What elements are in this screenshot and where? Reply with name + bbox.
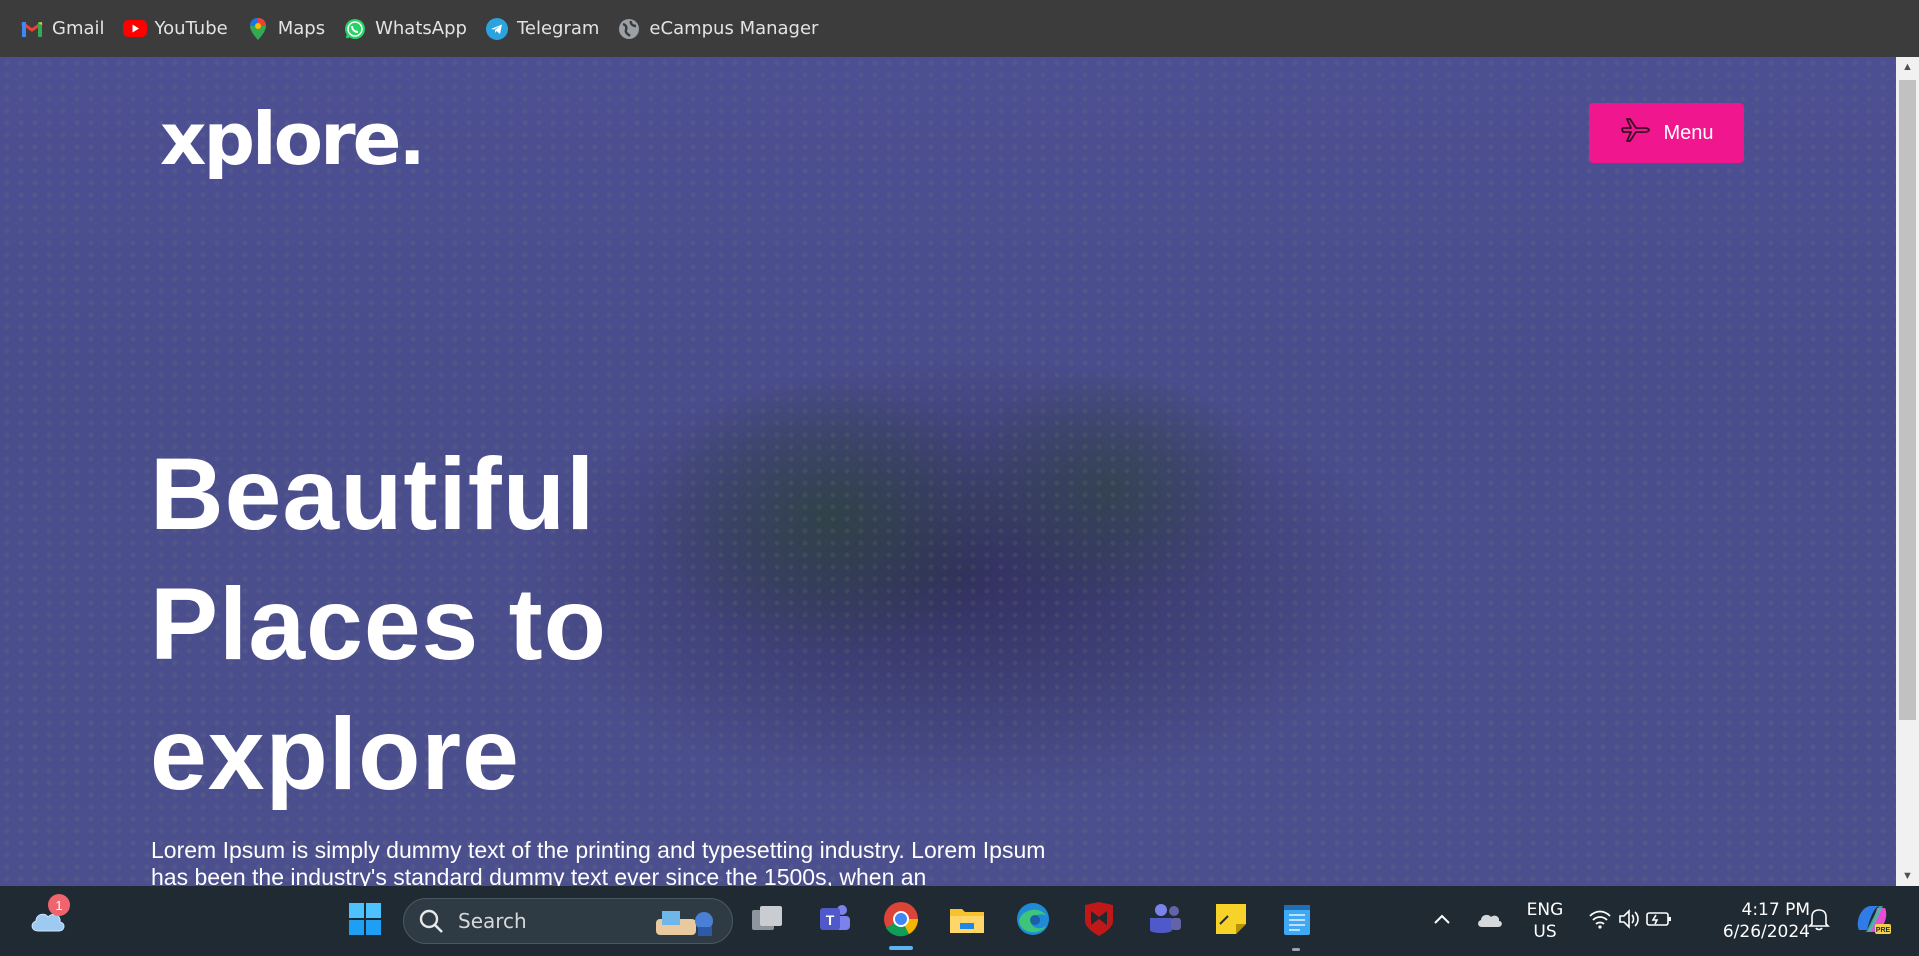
taskbar-search-box[interactable]: Search	[403, 898, 733, 944]
bookmark-label: Maps	[277, 18, 326, 39]
search-icon	[418, 908, 444, 934]
bookmark-label: Telegram	[516, 18, 600, 39]
windows-logo-icon	[348, 902, 382, 941]
quick-settings-button[interactable]	[1580, 899, 1680, 943]
bookmark-gmail[interactable]: Gmail	[16, 11, 117, 47]
bookmark-ecampus[interactable]: eCampus Manager	[613, 11, 830, 47]
onedrive-cloud-icon	[1476, 910, 1504, 933]
chrome-taskbar-button[interactable]	[879, 899, 923, 943]
scrollbar-thumb[interactable]	[1899, 80, 1916, 720]
mcafee-shield-icon	[1082, 901, 1116, 942]
wifi-icon	[1588, 909, 1612, 934]
bookmark-whatsapp[interactable]: WhatsApp	[339, 11, 479, 47]
vertical-scrollbar[interactable]: ▲ ▼	[1896, 57, 1919, 886]
clock-time: 4:17 PM	[1741, 900, 1811, 920]
site-logo[interactable]: xplore.	[160, 97, 426, 181]
chevron-up-icon	[1433, 912, 1451, 930]
hero-description: Lorem Ipsum is simply dummy text of the …	[151, 837, 1046, 886]
battery-icon	[1646, 910, 1672, 933]
edge-taskbar-button[interactable]	[1011, 899, 1055, 943]
bookmark-label: YouTube	[154, 18, 228, 39]
language-indicator[interactable]: ENG US	[1520, 899, 1570, 943]
copilot-button[interactable]: PRE	[1850, 899, 1894, 943]
edge-icon	[1015, 901, 1051, 942]
start-button[interactable]	[343, 899, 387, 943]
notifications-button[interactable]	[1797, 899, 1841, 943]
bookmark-maps[interactable]: Maps	[242, 11, 337, 47]
copilot-badge-text: PRE	[1876, 927, 1891, 934]
scroll-down-arrow-icon[interactable]: ▼	[1896, 866, 1919, 886]
sticky-note-icon	[1214, 902, 1248, 941]
airplane-icon	[1619, 113, 1653, 153]
chrome-icon	[883, 901, 919, 942]
teams-icon: T	[816, 902, 852, 941]
folder-icon	[948, 903, 986, 940]
gmail-icon	[20, 17, 44, 41]
mcafee-taskbar-button[interactable]	[1077, 899, 1121, 943]
bookmarks-bar: Gmail YouTube Maps WhatsApp Telegram eCa…	[0, 0, 1919, 57]
menu-label: Menu	[1663, 121, 1714, 144]
teams-taskbar-button[interactable]: T	[812, 899, 856, 943]
clock[interactable]: 4:17 PM 6/26/2024	[1700, 899, 1810, 943]
whatsapp-icon	[343, 17, 367, 41]
chrome-active-indicator	[889, 946, 913, 950]
teams-work-icon	[1147, 902, 1183, 941]
copilot-icon: PRE	[1853, 902, 1891, 941]
task-view-button[interactable]	[746, 899, 790, 943]
menu-button[interactable]: Menu	[1589, 103, 1744, 163]
sticky-notes-taskbar-button[interactable]	[1209, 899, 1253, 943]
telegram-icon	[485, 17, 509, 41]
bookmark-youtube[interactable]: YouTube	[119, 11, 240, 47]
youtube-icon	[122, 17, 147, 41]
search-placeholder: Search	[458, 909, 527, 933]
show-hidden-icons-button[interactable]	[1420, 899, 1464, 943]
globe-icon	[617, 17, 641, 41]
speaker-icon	[1618, 908, 1640, 934]
search-highlight-art-icon	[652, 905, 722, 939]
taskbar: 1 Search T ENG US 4:17 PM 6/26/2024 PRE	[0, 886, 1919, 956]
onedrive-button[interactable]	[1468, 899, 1512, 943]
language-code: ENG	[1526, 900, 1564, 920]
clock-date: 6/26/2024	[1722, 922, 1810, 942]
file-explorer-taskbar-button[interactable]	[945, 899, 989, 943]
maps-icon	[246, 17, 270, 41]
bookmark-telegram[interactable]: Telegram	[481, 11, 611, 47]
scroll-up-arrow-icon[interactable]: ▲	[1896, 57, 1919, 77]
notepad-open-indicator	[1292, 948, 1300, 951]
region-code: US	[1533, 922, 1557, 942]
bookmark-label: WhatsApp	[375, 18, 467, 39]
bell-icon	[1808, 907, 1830, 936]
bookmark-label: eCampus Manager	[649, 18, 819, 39]
weather-notification-badge: 1	[48, 894, 70, 916]
svg-text:T: T	[826, 912, 835, 928]
bookmark-label: Gmail	[52, 18, 105, 39]
page-viewport: xplore. Menu Beautiful Places to explore…	[0, 57, 1919, 886]
hero-title: Beautiful Places to explore	[150, 437, 607, 811]
notepad-taskbar-button[interactable]	[1275, 899, 1319, 943]
teams-work-taskbar-button[interactable]	[1143, 899, 1187, 943]
task-view-icon	[750, 904, 786, 939]
notepad-icon	[1282, 901, 1312, 942]
